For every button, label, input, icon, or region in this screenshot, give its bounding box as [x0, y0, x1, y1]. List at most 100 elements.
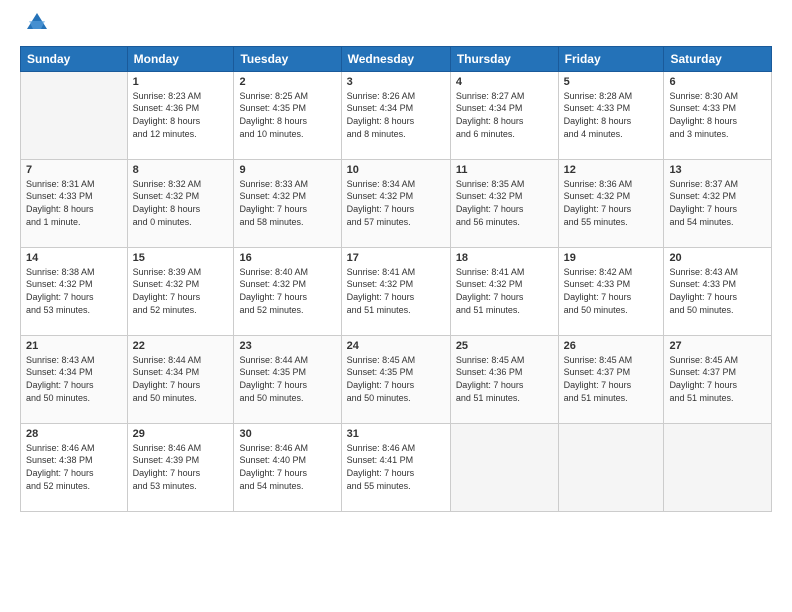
- calendar-cell: [664, 423, 772, 511]
- calendar-cell: 24 Sunrise: 8:45 AM Sunset: 4:35 PM Dayli…: [341, 335, 450, 423]
- calendar-week-row: 21 Sunrise: 8:43 AM Sunset: 4:34 PM Dayli…: [21, 335, 772, 423]
- calendar-cell: 10Sunrise: 8:34 AM Sunset: 4:32 PM Dayli…: [341, 159, 450, 247]
- day-number: 31: [347, 428, 445, 440]
- day-info: Sunrise: 8:37 AM Sunset: 4:32 PM Dayligh…: [669, 178, 766, 228]
- day-number: 6: [669, 76, 766, 88]
- calendar-cell: 4Sunrise: 8:27 AM Sunset: 4:34 PM Daylig…: [450, 71, 558, 159]
- calendar-cell: 30 Sunrise: 8:46 AM Sunset: 4:40 PM Dayli…: [234, 423, 341, 511]
- calendar-week-row: 1Sunrise: 8:23 AM Sunset: 4:36 PM Daylig…: [21, 71, 772, 159]
- calendar-cell: 19 Sunrise: 8:42 AM Sunset: 4:33 PM Dayli…: [558, 247, 664, 335]
- day-info: Sunrise: 8:36 AM Sunset: 4:32 PM Dayligh…: [564, 178, 659, 228]
- day-info: Sunrise: 8:45 AM Sunset: 4:36 PM Dayligh…: [456, 354, 553, 404]
- weekday-header-wednesday: Wednesday: [341, 46, 450, 71]
- day-number: 7: [26, 164, 122, 176]
- weekday-header-monday: Monday: [127, 46, 234, 71]
- day-info: Sunrise: 8:40 AM Sunset: 4:32 PM Dayligh…: [239, 266, 335, 316]
- day-info: Sunrise: 8:30 AM Sunset: 4:33 PM Dayligh…: [669, 90, 766, 140]
- day-number: 19: [564, 252, 659, 264]
- calendar-cell: 26 Sunrise: 8:45 AM Sunset: 4:37 PM Dayli…: [558, 335, 664, 423]
- day-info: Sunrise: 8:28 AM Sunset: 4:33 PM Dayligh…: [564, 90, 659, 140]
- logo: [20, 16, 51, 36]
- day-info: Sunrise: 8:44 AM Sunset: 4:34 PM Dayligh…: [133, 354, 229, 404]
- day-info: Sunrise: 8:32 AM Sunset: 4:32 PM Dayligh…: [133, 178, 229, 228]
- day-info: Sunrise: 8:46 AM Sunset: 4:41 PM Dayligh…: [347, 442, 445, 492]
- calendar-cell: 20Sunrise: 8:43 AM Sunset: 4:33 PM Dayli…: [664, 247, 772, 335]
- day-info: Sunrise: 8:27 AM Sunset: 4:34 PM Dayligh…: [456, 90, 553, 140]
- day-info: Sunrise: 8:41 AM Sunset: 4:32 PM Dayligh…: [347, 266, 445, 316]
- calendar-cell: [558, 423, 664, 511]
- day-info: Sunrise: 8:42 AM Sunset: 4:33 PM Dayligh…: [564, 266, 659, 316]
- calendar-cell: 14 Sunrise: 8:38 AM Sunset: 4:32 PM Dayli…: [21, 247, 128, 335]
- calendar-cell: 15 Sunrise: 8:39 AM Sunset: 4:32 PM Dayli…: [127, 247, 234, 335]
- day-info: Sunrise: 8:34 AM Sunset: 4:32 PM Dayligh…: [347, 178, 445, 228]
- calendar-cell: 6 Sunrise: 8:30 AM Sunset: 4:33 PM Daylig…: [664, 71, 772, 159]
- weekday-header-saturday: Saturday: [664, 46, 772, 71]
- calendar-cell: 27 Sunrise: 8:45 AM Sunset: 4:37 PM Dayli…: [664, 335, 772, 423]
- day-number: 14: [26, 252, 122, 264]
- day-number: 30: [239, 428, 335, 440]
- weekday-header-sunday: Sunday: [21, 46, 128, 71]
- day-info: Sunrise: 8:33 AM Sunset: 4:32 PM Dayligh…: [239, 178, 335, 228]
- day-number: 18: [456, 252, 553, 264]
- day-info: Sunrise: 8:31 AM Sunset: 4:33 PM Dayligh…: [26, 178, 122, 228]
- day-info: Sunrise: 8:45 AM Sunset: 4:35 PM Dayligh…: [347, 354, 445, 404]
- calendar-week-row: 14 Sunrise: 8:38 AM Sunset: 4:32 PM Dayli…: [21, 247, 772, 335]
- day-info: Sunrise: 8:46 AM Sunset: 4:39 PM Dayligh…: [133, 442, 229, 492]
- day-info: Sunrise: 8:45 AM Sunset: 4:37 PM Dayligh…: [669, 354, 766, 404]
- calendar-cell: 28Sunrise: 8:46 AM Sunset: 4:38 PM Dayli…: [21, 423, 128, 511]
- day-number: 16: [239, 252, 335, 264]
- day-number: 13: [669, 164, 766, 176]
- day-info: Sunrise: 8:46 AM Sunset: 4:40 PM Dayligh…: [239, 442, 335, 492]
- calendar-header-row: SundayMondayTuesdayWednesdayThursdayFrid…: [21, 46, 772, 71]
- day-number: 15: [133, 252, 229, 264]
- day-info: Sunrise: 8:23 AM Sunset: 4:36 PM Dayligh…: [133, 90, 229, 140]
- day-info: Sunrise: 8:43 AM Sunset: 4:34 PM Dayligh…: [26, 354, 122, 404]
- calendar-cell: 16 Sunrise: 8:40 AM Sunset: 4:32 PM Dayli…: [234, 247, 341, 335]
- day-info: Sunrise: 8:35 AM Sunset: 4:32 PM Dayligh…: [456, 178, 553, 228]
- weekday-header-tuesday: Tuesday: [234, 46, 341, 71]
- day-number: 9: [239, 164, 335, 176]
- calendar-cell: [450, 423, 558, 511]
- page: SundayMondayTuesdayWednesdayThursdayFrid…: [0, 0, 792, 612]
- day-number: 25: [456, 340, 553, 352]
- day-info: Sunrise: 8:41 AM Sunset: 4:32 PM Dayligh…: [456, 266, 553, 316]
- calendar-cell: 25 Sunrise: 8:45 AM Sunset: 4:36 PM Dayli…: [450, 335, 558, 423]
- calendar-cell: 9 Sunrise: 8:33 AM Sunset: 4:32 PM Daylig…: [234, 159, 341, 247]
- calendar-cell: 3Sunrise: 8:26 AM Sunset: 4:34 PM Daylig…: [341, 71, 450, 159]
- calendar-cell: 11 Sunrise: 8:35 AM Sunset: 4:32 PM Dayli…: [450, 159, 558, 247]
- day-number: 26: [564, 340, 659, 352]
- calendar-week-row: 7 Sunrise: 8:31 AM Sunset: 4:33 PM Daylig…: [21, 159, 772, 247]
- calendar-cell: 2 Sunrise: 8:25 AM Sunset: 4:35 PM Daylig…: [234, 71, 341, 159]
- day-info: Sunrise: 8:26 AM Sunset: 4:34 PM Dayligh…: [347, 90, 445, 140]
- day-number: 17: [347, 252, 445, 264]
- day-number: 23: [239, 340, 335, 352]
- day-number: 22: [133, 340, 229, 352]
- weekday-header-friday: Friday: [558, 46, 664, 71]
- day-number: 2: [239, 76, 335, 88]
- logo-icon: [23, 7, 51, 35]
- day-number: 29: [133, 428, 229, 440]
- calendar-cell: 13 Sunrise: 8:37 AM Sunset: 4:32 PM Dayli…: [664, 159, 772, 247]
- calendar: SundayMondayTuesdayWednesdayThursdayFrid…: [20, 46, 772, 512]
- calendar-cell: 23 Sunrise: 8:44 AM Sunset: 4:35 PM Dayli…: [234, 335, 341, 423]
- header: [20, 16, 772, 36]
- calendar-cell: 18 Sunrise: 8:41 AM Sunset: 4:32 PM Dayli…: [450, 247, 558, 335]
- day-number: 28: [26, 428, 122, 440]
- calendar-cell: 22 Sunrise: 8:44 AM Sunset: 4:34 PM Dayli…: [127, 335, 234, 423]
- day-number: 24: [347, 340, 445, 352]
- calendar-cell: [21, 71, 128, 159]
- weekday-header-thursday: Thursday: [450, 46, 558, 71]
- day-number: 11: [456, 164, 553, 176]
- day-info: Sunrise: 8:43 AM Sunset: 4:33 PM Dayligh…: [669, 266, 766, 316]
- day-info: Sunrise: 8:45 AM Sunset: 4:37 PM Dayligh…: [564, 354, 659, 404]
- day-info: Sunrise: 8:44 AM Sunset: 4:35 PM Dayligh…: [239, 354, 335, 404]
- calendar-cell: 21 Sunrise: 8:43 AM Sunset: 4:34 PM Dayli…: [21, 335, 128, 423]
- day-info: Sunrise: 8:38 AM Sunset: 4:32 PM Dayligh…: [26, 266, 122, 316]
- day-number: 21: [26, 340, 122, 352]
- day-info: Sunrise: 8:25 AM Sunset: 4:35 PM Dayligh…: [239, 90, 335, 140]
- calendar-cell: 1Sunrise: 8:23 AM Sunset: 4:36 PM Daylig…: [127, 71, 234, 159]
- day-info: Sunrise: 8:39 AM Sunset: 4:32 PM Dayligh…: [133, 266, 229, 316]
- day-number: 27: [669, 340, 766, 352]
- calendar-cell: 12Sunrise: 8:36 AM Sunset: 4:32 PM Dayli…: [558, 159, 664, 247]
- day-number: 5: [564, 76, 659, 88]
